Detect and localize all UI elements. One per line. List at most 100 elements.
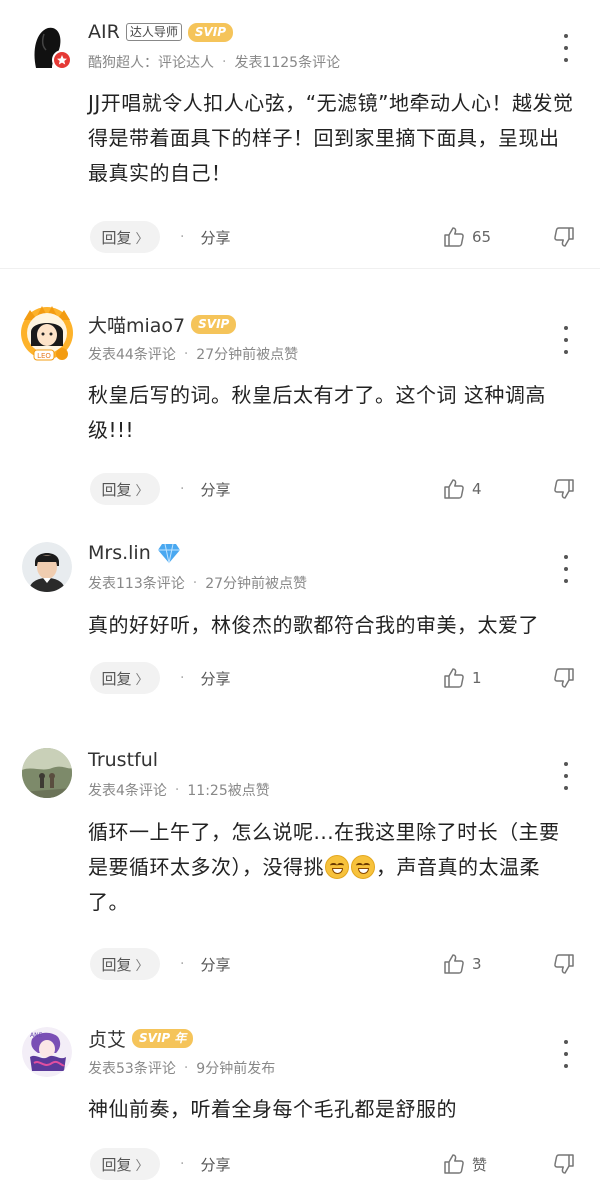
thumbs-down-icon[interactable]: [552, 666, 576, 690]
action-separator: ·: [180, 956, 185, 972]
chevron-right-icon: 〉: [135, 231, 149, 247]
action-separator: ·: [180, 1156, 185, 1172]
svip-year-badge: SVIP 年: [132, 1028, 194, 1048]
avatar-image: [22, 748, 72, 798]
svip-badge: SVIP: [187, 22, 234, 42]
share-button[interactable]: 分享: [200, 479, 230, 500]
user-name[interactable]: AIR: [88, 21, 120, 43]
share-button[interactable]: 分享: [200, 954, 230, 975]
name-row: Trustful: [88, 747, 158, 773]
like-button[interactable]: 3: [442, 952, 482, 976]
like-button[interactable]: 65: [442, 225, 491, 249]
more-vertical-icon: [564, 34, 568, 38]
like-count: 4: [472, 480, 482, 498]
like-count: 1: [472, 669, 482, 687]
reply-button[interactable]: 回复 〉: [90, 473, 160, 505]
grin-emoji-icon: [325, 855, 349, 879]
avatar-image: LEO: [21, 306, 73, 361]
thumbs-up-icon: [444, 1154, 464, 1174]
like-button[interactable]: 4: [442, 477, 482, 501]
comment-text: 真的好好听，林俊杰的歌都符合我的审美，太爱了: [88, 613, 539, 637]
meta-title: 酷狗超人：评论达人: [88, 55, 214, 71]
meta-separator: ·: [183, 1060, 189, 1076]
comment-meta: 发表113条评论 · 27分钟前被点赞: [88, 573, 307, 593]
more-vertical-icon: [564, 1040, 568, 1044]
name-row: 贞艾 SVIP 年: [88, 1025, 194, 1052]
meta-count: 发表4条评论: [88, 783, 167, 799]
comment-actions: 回复 〉 · 分享 65: [90, 220, 590, 254]
reply-button[interactable]: 回复 〉: [90, 1148, 160, 1180]
like-button[interactable]: 赞: [442, 1152, 487, 1176]
avatar[interactable]: [22, 20, 72, 70]
meta-time: 11:25被点赞: [187, 783, 270, 799]
comment-meta: 发表53条评论 · 9分钟前发布: [88, 1058, 275, 1078]
meta-time: 27分钟前被点赞: [196, 347, 299, 363]
user-tag: 达人导师: [125, 23, 182, 41]
thumbs-up-icon: [444, 227, 464, 247]
more-options-button[interactable]: [558, 762, 574, 790]
comment-meta: 发表4条评论 · 11:25被点赞: [88, 780, 270, 800]
user-name[interactable]: Trustful: [88, 749, 158, 771]
meta-count: 发表44条评论: [88, 347, 176, 363]
thumbs-down-icon[interactable]: [552, 952, 576, 976]
avatar[interactable]: [22, 748, 72, 798]
meta-count: 发表1125条评论: [234, 55, 341, 71]
reply-label: 回复: [101, 955, 132, 974]
reply-label: 回复: [101, 480, 132, 499]
comment-text: JJ开唱就令人扣人心弦，“无滤镜”地牵动人心！越发觉得是带着面具下的样子！回到家…: [88, 91, 574, 185]
divider: [0, 268, 600, 269]
more-options-button[interactable]: [558, 555, 574, 583]
more-options-button[interactable]: [558, 1040, 574, 1068]
chevron-right-icon: 〉: [135, 1158, 149, 1174]
comment-text: 循环一上午了，怎么说呢...在我这里除了时长（主要是要循环太多次），没得挑 ，声音…: [88, 815, 578, 920]
thumbs-down-icon[interactable]: [552, 477, 576, 501]
meta-count: 发表113条评论: [88, 576, 185, 592]
user-name[interactable]: 大喵miao7: [88, 311, 185, 338]
more-vertical-icon: [564, 555, 568, 559]
share-button[interactable]: 分享: [200, 1154, 230, 1175]
share-button[interactable]: 分享: [200, 668, 230, 689]
comment-actions: 回复 〉 · 分享 4: [90, 472, 590, 506]
action-separator: ·: [180, 481, 185, 497]
user-name[interactable]: Mrs.lin: [88, 542, 151, 564]
avatar[interactable]: [22, 542, 72, 592]
more-options-button[interactable]: [558, 326, 574, 354]
comment-meta: 发表44条评论 · 27分钟前被点赞: [88, 344, 298, 364]
user-name[interactable]: 贞艾: [88, 1025, 126, 1052]
action-separator: ·: [180, 229, 185, 245]
reply-label: 回复: [101, 669, 132, 688]
like-count: 65: [472, 228, 492, 246]
action-separator: ·: [180, 670, 185, 686]
like-count: 3: [472, 955, 482, 973]
reply-button[interactable]: 回复 〉: [90, 662, 160, 694]
thumbs-down-icon[interactable]: [552, 225, 576, 249]
comment-actions: 回复 〉 · 分享 1: [90, 661, 590, 695]
thumbs-down-icon[interactable]: [552, 1152, 576, 1176]
chevron-right-icon: 〉: [135, 958, 149, 974]
svg-text:LEO: LEO: [37, 352, 51, 360]
comment-text: 秋皇后写的词。秋皇后太有才了。这个词 这种调高级!!!: [88, 383, 546, 442]
svip-badge: SVIP: [191, 314, 237, 334]
reply-label: 回复: [101, 228, 132, 247]
more-vertical-icon: [564, 762, 568, 766]
meta-time: 9分钟前发布: [196, 1061, 276, 1077]
comment-text: 神仙前奏，听着全身每个毛孔都是舒服的: [88, 1097, 457, 1121]
svg-text:ANE: ANE: [30, 1032, 43, 1039]
avatar-image: [22, 542, 72, 592]
reply-button[interactable]: 回复 〉: [90, 221, 160, 253]
thumbs-up-icon: [444, 479, 464, 499]
thumbs-up-icon: [444, 668, 464, 688]
share-button[interactable]: 分享: [200, 227, 230, 248]
meta-separator: ·: [174, 782, 180, 798]
avatar[interactable]: ANE: [22, 1027, 72, 1077]
meta-separator: ·: [192, 575, 198, 591]
more-options-button[interactable]: [558, 34, 574, 62]
chevron-right-icon: 〉: [135, 672, 149, 688]
like-button[interactable]: 1: [442, 666, 482, 690]
like-label: 赞: [472, 1155, 488, 1174]
meta-time: 27分钟前被点赞: [205, 576, 308, 592]
chevron-right-icon: 〉: [135, 483, 149, 499]
reply-button[interactable]: 回复 〉: [90, 948, 160, 980]
avatar[interactable]: LEO: [16, 302, 78, 364]
thumbs-up-icon: [444, 954, 464, 974]
